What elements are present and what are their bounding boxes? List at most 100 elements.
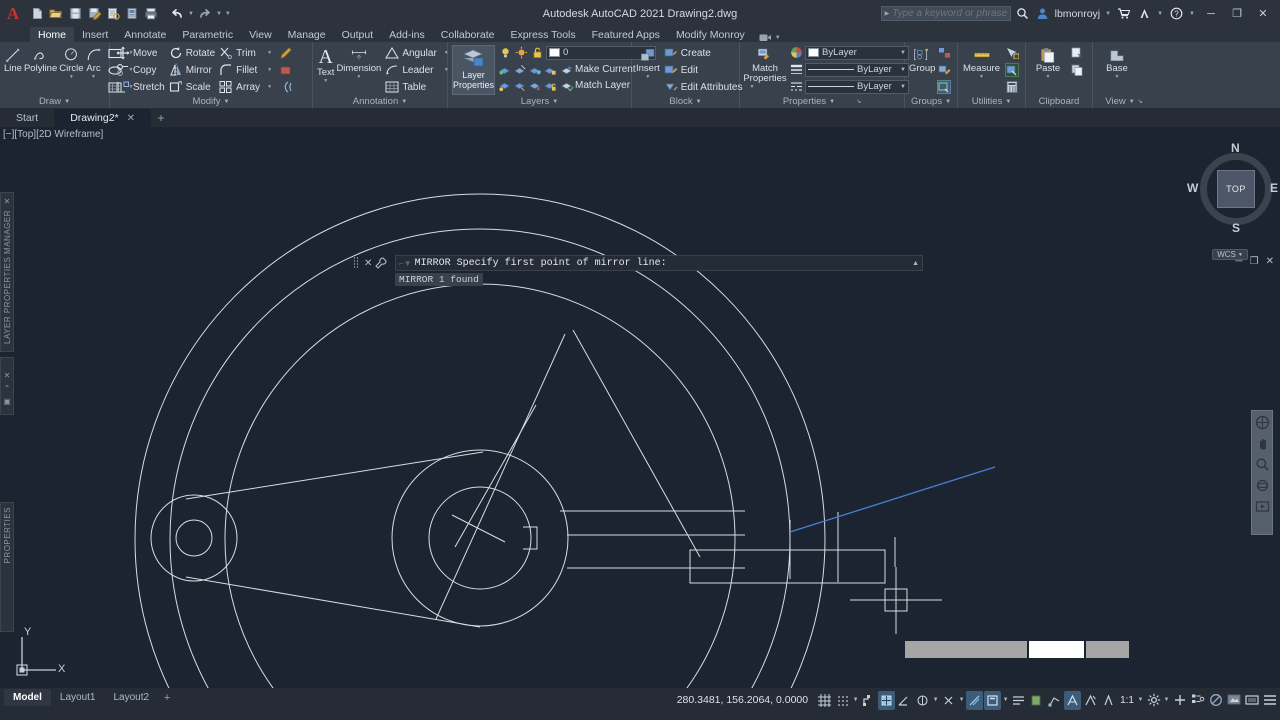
command-line-handle[interactable]: ✕ (352, 255, 394, 271)
qat-customize-caret[interactable]: ▼ (224, 11, 232, 17)
match-layer-label[interactable]: Match Layer (575, 80, 630, 91)
lineweight-caret[interactable]: ▼ (1002, 697, 1009, 703)
coordinates-display[interactable]: 280.3481, 156.2064, 0.0000 (670, 694, 815, 706)
navigation-bar[interactable] (1251, 410, 1273, 535)
tab-parametric[interactable]: Parametric (174, 27, 241, 42)
ribbon-camera-icon[interactable]: ▼ (759, 33, 782, 42)
close-icon[interactable]: ✕ (4, 197, 11, 206)
close-icon[interactable]: ✕ (127, 113, 135, 124)
text-tool[interactable]: A Text ▼ (317, 45, 334, 84)
tab-output[interactable]: Output (334, 27, 382, 42)
view-cube[interactable]: TOP N S W E WCS ▼ (1186, 141, 1278, 260)
insert-block-tool[interactable]: Insert ▼ (636, 45, 660, 80)
isolate-objects-toggle[interactable] (1207, 691, 1224, 710)
copy-tool[interactable]: Copy (114, 62, 167, 78)
zoom-extents-icon[interactable] (1253, 456, 1271, 473)
circle-tool[interactable]: Circle ▼ (59, 45, 84, 80)
snap-mode-caret[interactable]: ▼ (852, 697, 859, 703)
customization-menu[interactable] (1261, 691, 1278, 710)
properties-dialog-launcher[interactable]: ↘ (856, 98, 861, 105)
panel-modify-title[interactable]: Modify ▼ (110, 95, 312, 108)
array-caret[interactable]: ▼ (263, 84, 272, 90)
linetype-combo[interactable]: ByLayer ▼ (805, 79, 909, 94)
transparency-toggle[interactable] (1010, 691, 1027, 710)
tab-express-tools[interactable]: Express Tools (502, 27, 583, 42)
lineweight-toggle[interactable] (984, 690, 1002, 710)
search-icon[interactable] (1015, 6, 1031, 22)
compass-west[interactable]: W (1187, 181, 1198, 195)
layer-properties-manager-panel[interactable]: ✕ LAYER PROPERTIES MANAGER (0, 192, 14, 352)
groups-expand-caret[interactable]: ▼ (945, 99, 951, 105)
scale-tool[interactable]: Scale (167, 79, 217, 95)
erase-tool[interactable] (277, 62, 295, 78)
panel-layers-title[interactable]: Layers ▼ (448, 95, 631, 108)
table-tool[interactable]: Table (383, 79, 450, 95)
new-icon[interactable] (28, 4, 46, 23)
redo-icon[interactable] (196, 4, 214, 23)
make-current-icon[interactable] (560, 62, 574, 76)
fillet-caret[interactable]: ▼ (263, 67, 272, 73)
linetype-property-row[interactable]: ByLayer ▼ (789, 79, 909, 94)
redo-dropdown-caret[interactable]: ▼ (215, 11, 223, 17)
tab-annotate[interactable]: Annotate (116, 27, 174, 42)
doc-tab-start[interactable]: Start (0, 109, 54, 127)
snap-mode-toggle[interactable] (834, 691, 851, 710)
tab-layout2[interactable]: Layout2 (104, 689, 158, 706)
panel-draw-title[interactable]: Draw ▼ (0, 95, 109, 108)
tab-model[interactable]: Model (4, 689, 51, 706)
compass-east[interactable]: E (1270, 181, 1278, 195)
trim-caret[interactable]: ▼ (263, 50, 272, 56)
match-layer-icon[interactable] (560, 78, 574, 92)
offset-tool[interactable] (277, 79, 295, 95)
insert-caret[interactable]: ▼ (645, 75, 650, 80)
quick-select-tool[interactable] (1003, 45, 1021, 61)
make-current-label[interactable]: Make Current (575, 64, 636, 75)
dimension-tool[interactable]: Dimension ▼ (336, 45, 381, 80)
search-field[interactable] (892, 8, 1007, 19)
close-button[interactable]: ✕ (1252, 0, 1274, 27)
plot-preview-icon[interactable] (104, 4, 122, 23)
search-history-caret[interactable]: ▶ (885, 10, 890, 17)
quick-calculator-tool[interactable] (1003, 79, 1021, 95)
minimize-button[interactable]: ─ (1200, 0, 1222, 27)
new-drawing-tab-button[interactable]: + (151, 109, 171, 127)
mirror-tool[interactable]: Mirror (167, 62, 217, 78)
panel-menu-icon[interactable]: ▣ (3, 397, 11, 406)
doc-tab-drawing2[interactable]: Drawing2* ✕ (54, 109, 152, 127)
pan-icon[interactable] (1253, 435, 1271, 452)
canvas-maximize-button[interactable]: ❐ (1250, 256, 1259, 267)
layer-panel-toolbar[interactable]: ✕ ⌃ ▣ (0, 357, 14, 415)
dimension-caret[interactable]: ▼ (356, 75, 361, 80)
layer-on-bulb-icon[interactable] (498, 46, 512, 60)
array-tool[interactable]: Array ▼ (217, 79, 274, 95)
tab-collaborate[interactable]: Collaborate (433, 27, 503, 42)
panel-view-title[interactable]: View ▼ ↘ (1093, 95, 1155, 108)
annotation-monitor-toggle[interactable] (1171, 691, 1188, 710)
group-tool[interactable]: Group (909, 45, 935, 74)
open-icon[interactable] (47, 4, 65, 23)
infer-constraints-toggle[interactable] (860, 691, 877, 710)
layer-isolate-icon[interactable] (498, 62, 512, 76)
restore-button[interactable]: ❐ (1226, 0, 1248, 27)
quick-calc-select-tool[interactable] (1003, 62, 1021, 78)
annotation-expand-caret[interactable]: ▼ (401, 99, 407, 105)
move-tool[interactable]: Move (114, 45, 167, 61)
workspace-switching-toggle[interactable] (1145, 691, 1162, 710)
clean-screen-toggle[interactable] (1243, 691, 1260, 710)
save-as-icon[interactable] (85, 4, 103, 23)
username-label[interactable]: lbmonroyj (1055, 8, 1101, 20)
tab-insert[interactable]: Insert (74, 27, 116, 42)
properties-panel[interactable]: PROPERTIES (0, 502, 14, 632)
a360-dropdown-caret[interactable]: ▼ (1156, 11, 1164, 17)
search-input[interactable]: ▶ (880, 6, 1011, 21)
tab-modify-monroy[interactable]: Modify Monroy (668, 27, 753, 42)
object-snap-tracking-toggle[interactable] (940, 691, 957, 710)
workspace-caret[interactable]: ▼ (1163, 697, 1170, 703)
autodesk-a360-icon[interactable] (1136, 6, 1152, 22)
color-property-row[interactable]: ByLayer ▼ (789, 45, 909, 60)
view-dialog-launcher[interactable]: ↘ (1138, 98, 1143, 105)
arc-caret[interactable]: ▼ (91, 75, 96, 80)
undo-icon[interactable] (168, 4, 186, 23)
base-caret[interactable]: ▼ (1115, 75, 1120, 80)
lineweight-combo[interactable]: ByLayer ▼ (805, 62, 909, 77)
